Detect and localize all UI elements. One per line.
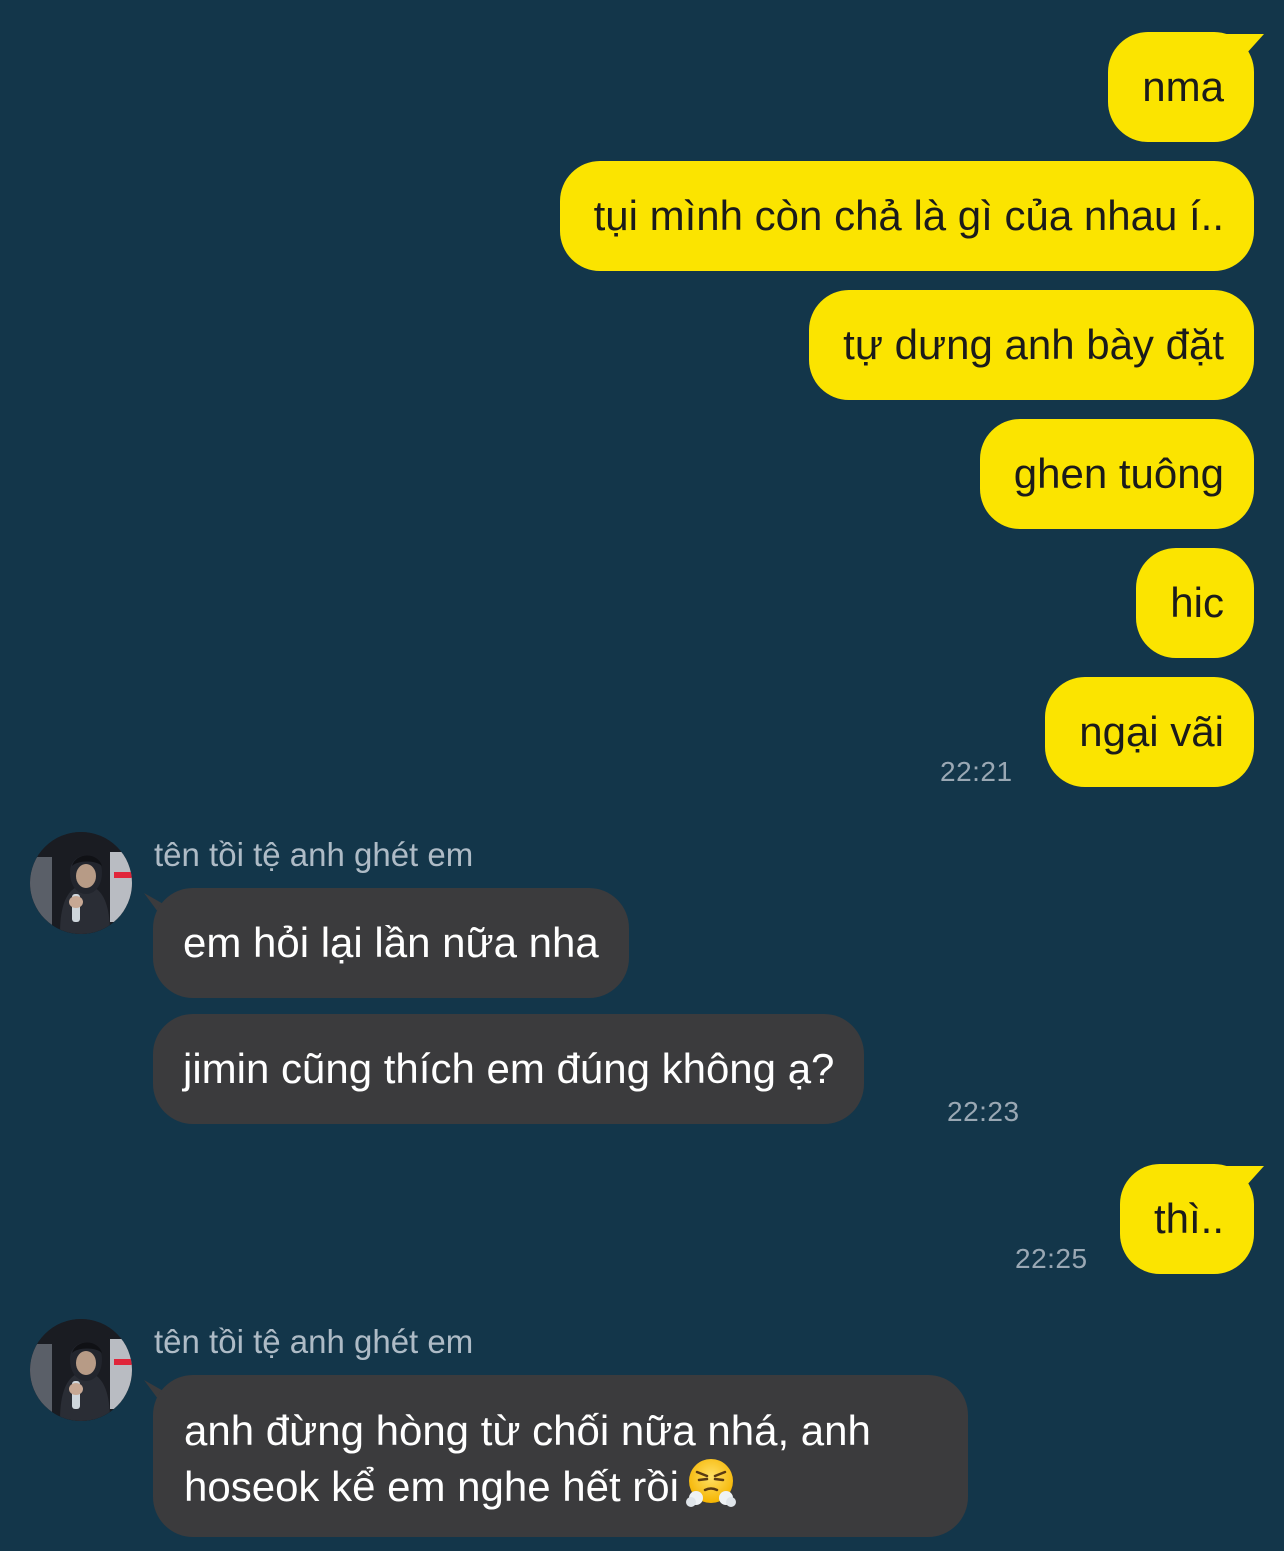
- message-timestamp: 22:23: [947, 1096, 1020, 1127]
- outgoing-message[interactable]: tự dưng anh bày đặt: [809, 290, 1254, 400]
- message-timestamp: 22:25: [1015, 1243, 1088, 1274]
- face-with-steam-emoji-icon: [685, 1457, 737, 1509]
- avatar-photo: [30, 1319, 132, 1421]
- outgoing-message[interactable]: ngại vãi: [1045, 677, 1254, 787]
- incoming-message[interactable]: jimin cũng thích em đúng không ạ?: [153, 1014, 865, 1124]
- incoming-message[interactable]: em hỏi lại lần nữa nha: [153, 888, 629, 998]
- message-text: hoseok kể em nghe hết rồi: [184, 1463, 679, 1510]
- message-timestamp: 22:21: [940, 756, 1013, 787]
- avatar[interactable]: [30, 1319, 132, 1421]
- outgoing-message[interactable]: hic: [1136, 548, 1254, 658]
- sender-name: tên tồi tệ anh ghét em: [154, 1323, 474, 1360]
- outgoing-message[interactable]: ghen tuông: [979, 419, 1254, 529]
- outgoing-message[interactable]: thì..: [1119, 1164, 1254, 1274]
- sender-name: tên tồi tệ anh ghét em: [154, 836, 474, 873]
- chat-view: nma tụi mình còn chả là gì của nhau í.. …: [0, 0, 1284, 1551]
- message-line: hoseok kể em nghe hết rồi: [184, 1457, 938, 1513]
- avatar[interactable]: [30, 832, 132, 934]
- avatar-photo: [30, 832, 132, 934]
- incoming-message[interactable]: anh đừng hòng từ chối nữa nhá, anh hoseo…: [153, 1375, 968, 1537]
- outgoing-message[interactable]: nma: [1108, 32, 1254, 142]
- message-line: anh đừng hòng từ chối nữa nhá, anh: [184, 1407, 871, 1454]
- outgoing-message[interactable]: tụi mình còn chả là gì của nhau í..: [559, 161, 1254, 271]
